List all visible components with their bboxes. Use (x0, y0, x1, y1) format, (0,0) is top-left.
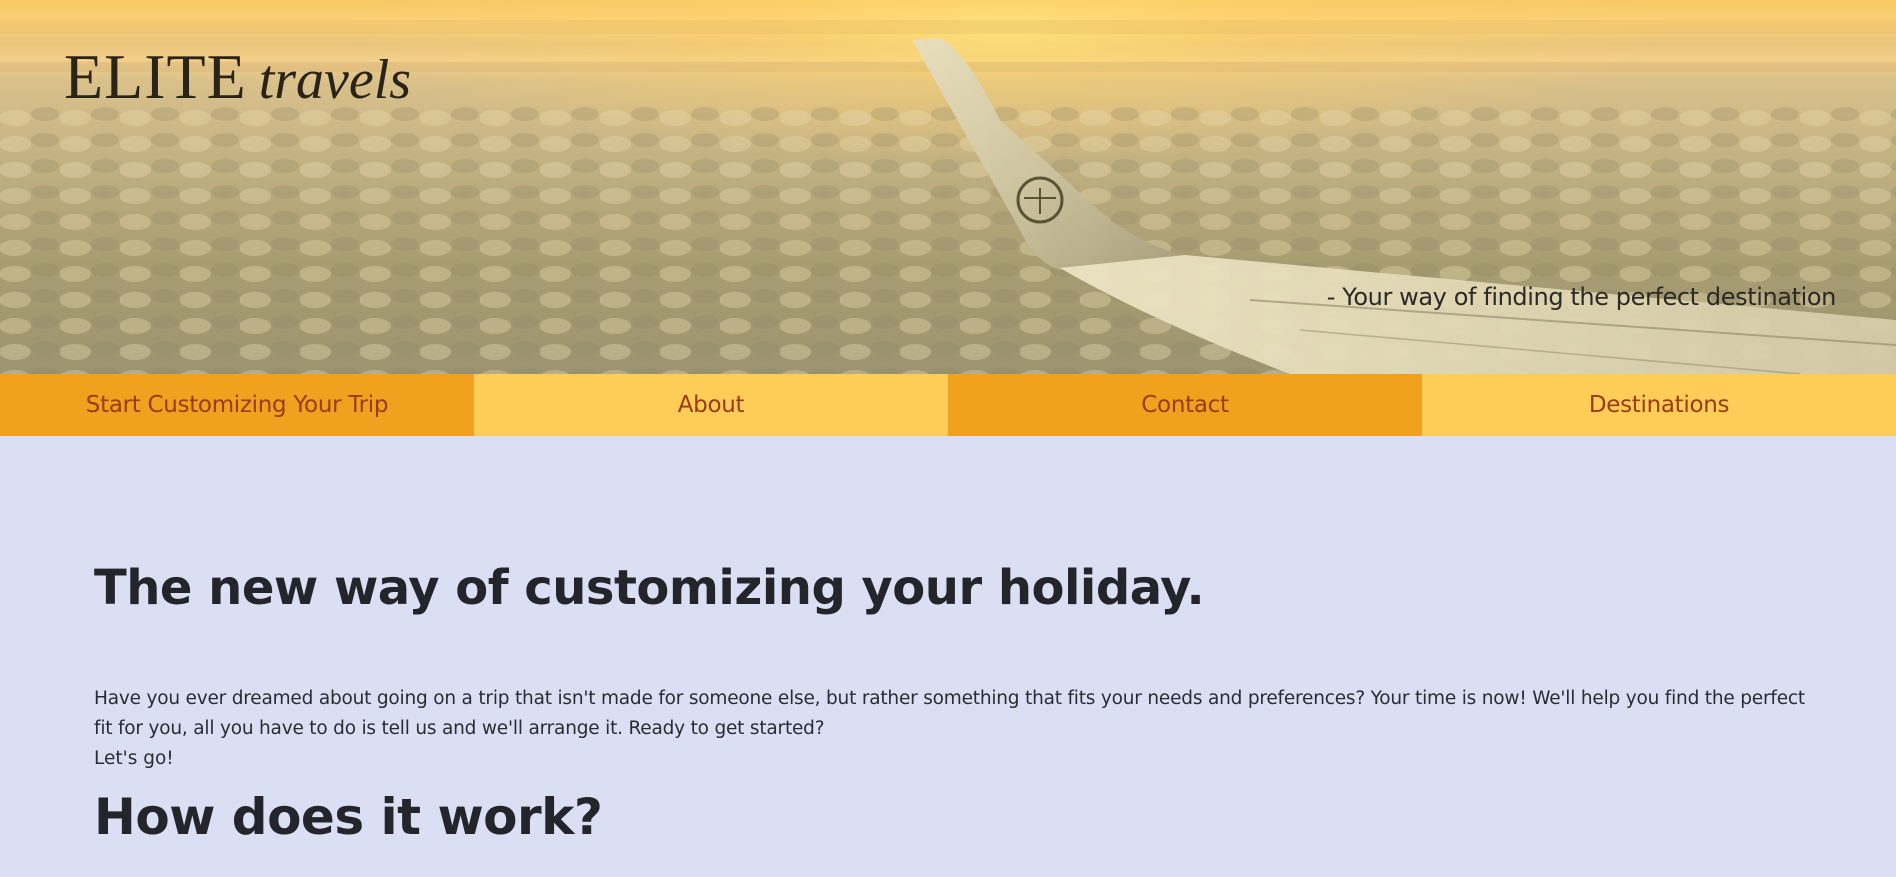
site-logo[interactable]: ELITE travels (64, 40, 411, 114)
page-heading: The new way of customizing your holiday. (94, 560, 1205, 616)
main-navigation: Start Customizing Your Trip About Contac… (0, 374, 1896, 436)
logo-elite-text: ELITE (64, 41, 247, 112)
intro-paragraph: Have you ever dreamed about going on a t… (94, 688, 1805, 739)
nav-destinations[interactable]: Destinations (1422, 374, 1896, 436)
hero-tagline: - Your way of finding the perfect destin… (1326, 283, 1837, 311)
lets-go-text: Let's go! (94, 748, 174, 769)
how-it-works-heading: How does it work? (94, 788, 603, 846)
logo-travels-text: travels (258, 49, 412, 111)
nav-about[interactable]: About (474, 374, 948, 436)
nav-contact[interactable]: Contact (948, 374, 1422, 436)
nav-start-customizing[interactable]: Start Customizing Your Trip (0, 374, 474, 436)
hero-banner: ELITE travels - Your way of finding the p… (0, 0, 1896, 374)
